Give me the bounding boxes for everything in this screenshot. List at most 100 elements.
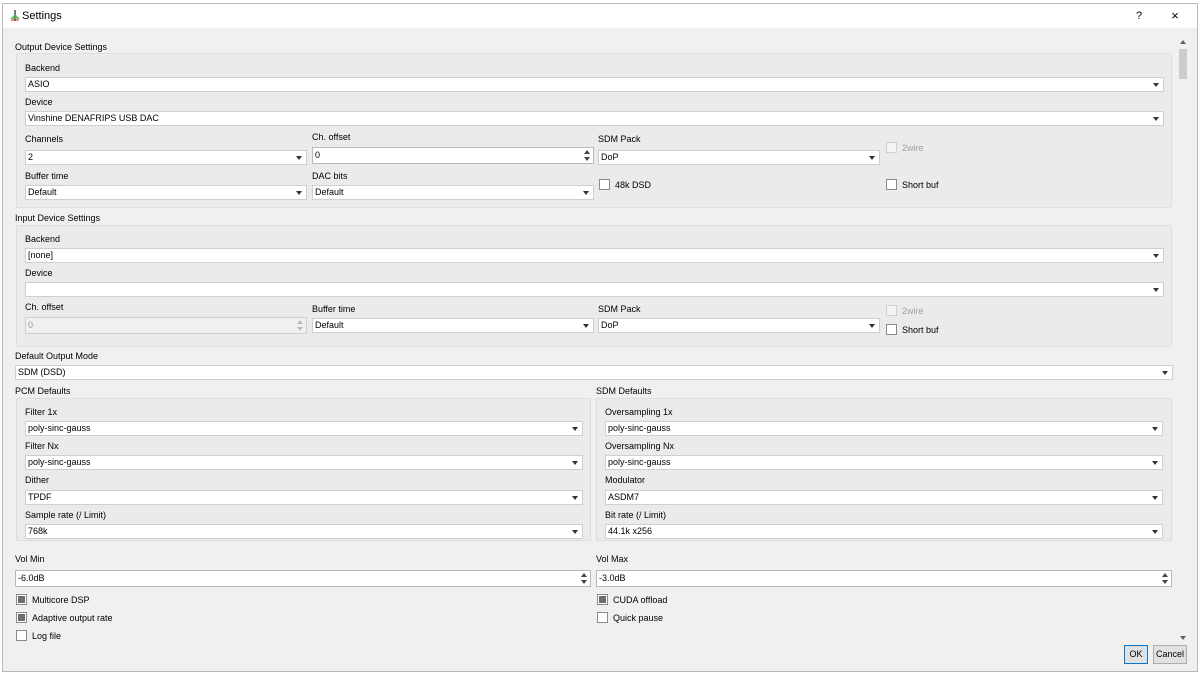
osnx-label: Oversampling Nx [605, 441, 675, 451]
input-backend-value: [none] [28, 250, 54, 260]
app-icon [10, 10, 20, 21]
output-2wire-label: 2wire [902, 143, 924, 153]
samplerate-select[interactable]: 768k [25, 524, 583, 539]
pcm-group-title: PCM Defaults [15, 386, 71, 396]
output-choffset-spinbox[interactable]: 0 [312, 147, 594, 164]
default-mode-select[interactable]: SDM (DSD) [15, 365, 1173, 380]
volmax-value: -3.0dB [599, 573, 626, 583]
modulator-label: Modulator [605, 475, 646, 485]
input-group-title: Input Device Settings [15, 213, 101, 223]
ok-button[interactable]: OK [1124, 645, 1148, 664]
input-backend-label: Backend [25, 234, 61, 244]
spin-arrows-icon[interactable] [1161, 571, 1170, 586]
cuda-checkbox[interactable] [597, 594, 608, 605]
adaptive-checkbox[interactable] [16, 612, 27, 623]
chevron-down-icon [572, 496, 578, 500]
volmax-spinbox[interactable]: -3.0dB [596, 570, 1172, 587]
input-device-select[interactable] [25, 282, 1164, 297]
os1x-select[interactable]: poly-sinc-gauss [605, 421, 1163, 436]
multicore-label: Multicore DSP [32, 595, 90, 605]
spin-arrows-icon[interactable] [580, 571, 589, 586]
output-sdmpack-value: DoP [601, 152, 619, 162]
input-sdmpack-select[interactable]: DoP [598, 318, 880, 333]
output-buffer-label: Buffer time [25, 171, 69, 181]
chevron-down-icon [583, 191, 589, 195]
os1x-value: poly-sinc-gauss [608, 423, 671, 433]
volmin-spinbox[interactable]: -6.0dB [15, 570, 591, 587]
bitrate-value: 44.1k x256 [608, 526, 653, 536]
dither-value: TPDF [28, 492, 52, 502]
input-buffer-select[interactable]: Default [312, 318, 594, 333]
sdm-defaults-panel: Oversampling 1x poly-sinc-gauss Oversamp… [596, 398, 1172, 541]
filter1x-select[interactable]: poly-sinc-gauss [25, 421, 583, 436]
modulator-select[interactable]: ASDM7 [605, 490, 1163, 505]
output-device-label: Device [25, 97, 53, 107]
cuda-label: CUDA offload [613, 595, 668, 605]
dsd48k-checkbox[interactable] [599, 179, 610, 190]
input-device-panel: Backend [none] Device Ch. offset 0 Buffe… [16, 225, 1172, 347]
logfile-checkbox[interactable] [16, 630, 27, 641]
input-choffset-value: 0 [28, 320, 34, 330]
bitrate-label: Bit rate (/ Limit) [605, 510, 667, 520]
input-shortbuf-label: Short buf [902, 325, 939, 335]
output-device-select[interactable]: Vinshine DENAFRIPS USB DAC [25, 111, 1164, 126]
output-shortbuf-label: Short buf [902, 180, 939, 190]
filternx-select[interactable]: poly-sinc-gauss [25, 455, 583, 470]
chevron-down-icon [1152, 530, 1158, 534]
close-button[interactable]: × [1167, 8, 1183, 24]
chevron-down-icon [296, 156, 302, 160]
channels-value: 2 [28, 152, 34, 162]
chevron-down-icon [572, 530, 578, 534]
output-sdmpack-label: SDM Pack [598, 134, 641, 144]
scroll-down-icon[interactable] [1180, 636, 1186, 640]
scroll-thumb[interactable] [1179, 49, 1187, 79]
settings-scroll-area[interactable]: Output Device Settings Backend ASIO Devi… [14, 37, 1189, 643]
output-buffer-value: Default [28, 187, 57, 197]
samplerate-label: Sample rate (/ Limit) [25, 510, 107, 520]
dither-label: Dither [25, 475, 50, 485]
title-bar: Settings ? × [3, 4, 1197, 28]
output-2wire-checkbox[interactable] [886, 142, 897, 153]
volmin-label: Vol Min [15, 554, 45, 564]
quickpause-checkbox[interactable] [597, 612, 608, 623]
input-shortbuf-checkbox[interactable] [886, 324, 897, 335]
modulator-value: ASDM7 [608, 492, 640, 502]
input-backend-select[interactable]: [none] [25, 248, 1164, 263]
output-sdmpack-select[interactable]: DoP [598, 150, 880, 165]
output-backend-label: Backend [25, 63, 61, 73]
dacbits-label: DAC bits [312, 171, 348, 181]
input-sdmpack-label: SDM Pack [598, 304, 641, 314]
pcm-defaults-panel: Filter 1x poly-sinc-gauss Filter Nx poly… [16, 398, 591, 541]
multicore-checkbox[interactable] [16, 594, 27, 605]
input-2wire-label: 2wire [902, 306, 924, 316]
input-2wire-checkbox[interactable] [886, 305, 897, 316]
window-title: Settings [22, 10, 62, 22]
bitrate-select[interactable]: 44.1k x256 [605, 524, 1163, 539]
output-buffer-select[interactable]: Default [25, 185, 307, 200]
scroll-up-icon[interactable] [1180, 40, 1186, 44]
help-button[interactable]: ? [1131, 8, 1147, 24]
spin-arrows-icon [296, 318, 305, 333]
dacbits-select[interactable]: Default [312, 185, 594, 200]
filternx-label: Filter Nx [25, 441, 59, 451]
chevron-down-icon [1152, 461, 1158, 465]
quickpause-label: Quick pause [613, 613, 664, 623]
dither-select[interactable]: TPDF [25, 490, 583, 505]
input-buffer-label: Buffer time [312, 304, 356, 314]
chevron-down-icon [572, 461, 578, 465]
input-choffset-label: Ch. offset [25, 302, 64, 312]
input-sdmpack-value: DoP [601, 320, 619, 330]
dacbits-value: Default [315, 187, 344, 197]
vertical-scrollbar[interactable] [1178, 37, 1188, 643]
output-shortbuf-checkbox[interactable] [886, 179, 897, 190]
settings-dialog: Settings ? × Output Device Settings Back… [2, 3, 1198, 672]
output-backend-select[interactable]: ASIO [25, 77, 1164, 92]
chevron-down-icon [1153, 288, 1159, 292]
chevron-down-icon [1152, 427, 1158, 431]
channels-select[interactable]: 2 [25, 150, 307, 165]
osnx-select[interactable]: poly-sinc-gauss [605, 455, 1163, 470]
output-device-panel: Backend ASIO Device Vinshine DENAFRIPS U… [16, 53, 1172, 208]
cancel-button[interactable]: Cancel [1153, 645, 1187, 664]
adaptive-label: Adaptive output rate [32, 613, 113, 623]
spin-arrows-icon[interactable] [583, 148, 592, 163]
